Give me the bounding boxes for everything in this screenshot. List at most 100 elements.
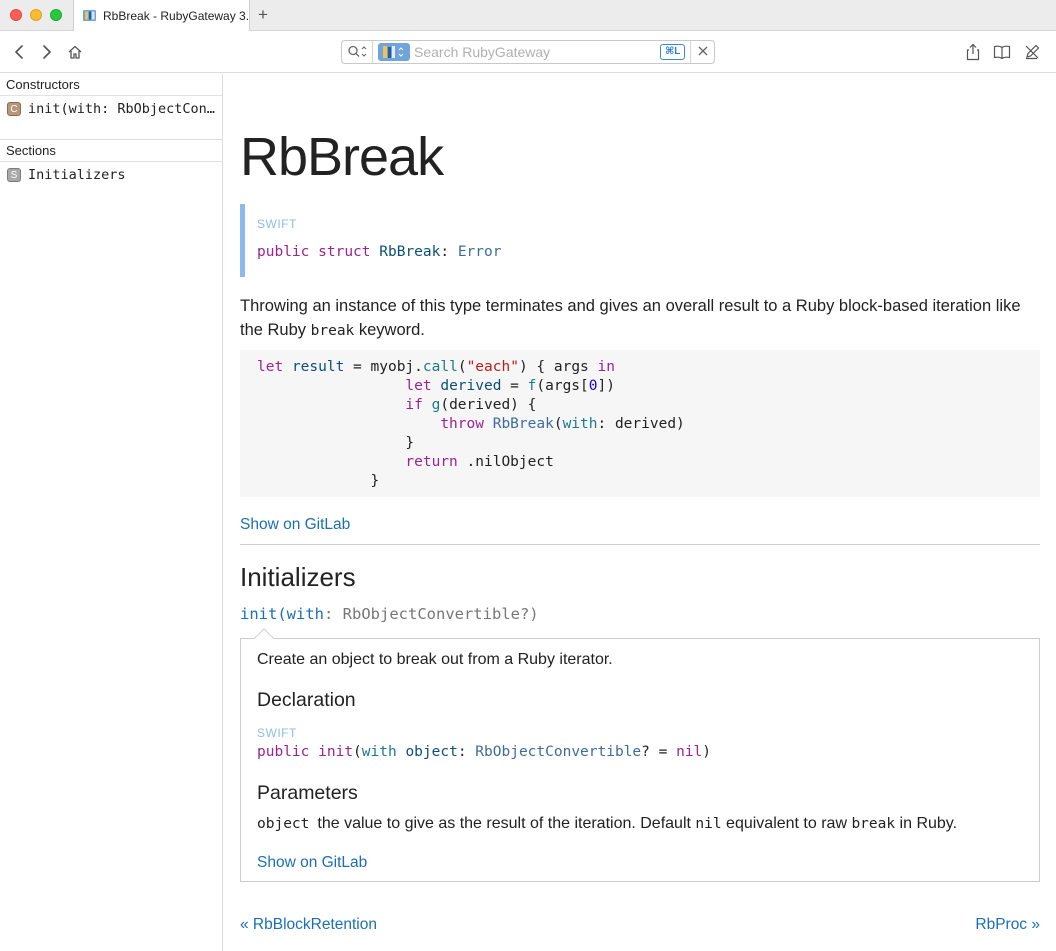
type-declaration: SWIFT public struct RbBreak: Error [240, 204, 1040, 277]
code-token: } [257, 473, 380, 489]
code-line: } [257, 472, 1023, 491]
language-label: SWIFT [257, 217, 297, 231]
code-token: ) { args [518, 359, 598, 375]
parameters-heading: Parameters [257, 782, 358, 804]
code-example: let result = myobj.call("each") { args i… [240, 350, 1040, 497]
docset-icon[interactable] [378, 43, 410, 61]
tab-rbbreak[interactable]: RbBreak - RubyGateway 3.3 [73, 0, 250, 31]
show-on-gitlab-link[interactable]: Show on GitLab [240, 516, 350, 534]
code-line: } [257, 434, 1023, 453]
home-icon[interactable] [65, 42, 85, 62]
code-token: with [562, 416, 598, 432]
code-line: throw RbBreak(with: derived) [257, 415, 1023, 434]
description-text: keyword. [354, 321, 425, 339]
search-separator [690, 41, 691, 63]
code-token: (args[ [536, 378, 589, 394]
zoom-window-button[interactable] [50, 9, 62, 21]
code-token: result [291, 359, 345, 375]
param-name: object [257, 816, 310, 832]
code-token: (derived) { [440, 397, 537, 413]
keyword: public [257, 744, 310, 760]
search-bar[interactable]: ⌘L [341, 40, 715, 64]
next-page-link[interactable]: RbProc » [975, 916, 1040, 934]
initializer-detail-card: Create an object to break out from a Rub… [240, 628, 1040, 882]
initializer-description: Create an object to break out from a Rub… [257, 651, 613, 668]
code-token: if [405, 397, 423, 413]
bookmarks-icon[interactable] [992, 42, 1012, 62]
sidebar-header-constructors: Constructors [0, 74, 222, 96]
sidebar-item-initializers[interactable]: S Initializers [7, 165, 220, 185]
constructor-badge-icon: C [7, 102, 21, 116]
paren: ) [702, 744, 712, 760]
code-token: = [501, 378, 528, 394]
colon: : [457, 744, 476, 760]
tab-title: RbBreak - RubyGateway 3.3 [103, 8, 250, 23]
code-token: .nilObject [457, 454, 554, 470]
code-token: derived [440, 378, 502, 394]
code-token: ( [457, 359, 467, 375]
main-content: RbBreak SWIFT public struct RbBreak: Err… [224, 74, 1056, 951]
code-line: let derived = f(args[0]) [257, 377, 1023, 396]
param-description: in Ruby. [895, 815, 958, 832]
minimize-window-button[interactable] [30, 9, 42, 21]
code-token: ( [553, 416, 563, 432]
close-window-button[interactable] [10, 9, 22, 21]
sidebar-item-init[interactable]: C init(with: RbObjectCon… [7, 99, 220, 119]
share-icon[interactable] [963, 42, 983, 62]
code-token: let [257, 359, 284, 375]
initializers-heading: Initializers [240, 562, 356, 592]
optional-default: ? = [641, 744, 677, 760]
code-token: throw [440, 416, 484, 432]
toolbar: ⌘L [0, 31, 1056, 73]
back-icon[interactable] [10, 42, 30, 62]
initializer-signature[interactable]: init(with: RbObjectConvertible?) [240, 605, 539, 623]
search-shortcut-badge: ⌘L [660, 44, 686, 60]
clear-search-icon[interactable] [696, 44, 710, 63]
type-description: Throwing an instance of this type termin… [240, 294, 1040, 343]
code-line: if g(derived) { [257, 396, 1023, 415]
sidebar-header-sections: Sections [0, 140, 222, 162]
code-token: } [257, 435, 415, 451]
sidebar-item-label: init(with: RbObjectCon… [28, 101, 215, 117]
keyword: nil [676, 744, 703, 760]
keyword: public [257, 244, 310, 260]
code-token: call [422, 359, 458, 375]
code-token: RbBreak [492, 416, 554, 432]
show-on-gitlab-link[interactable]: Show on GitLab [257, 854, 367, 872]
sidebar-item-label: Initializers [28, 167, 126, 183]
signature-paren: ( [277, 605, 287, 623]
code-token: let [405, 378, 432, 394]
new-tab-button[interactable]: + [258, 5, 268, 25]
protocol-link[interactable]: Error [458, 244, 502, 260]
param-description: equivalent to raw [721, 815, 852, 832]
forward-icon[interactable] [36, 42, 56, 62]
search-input[interactable] [414, 42, 654, 62]
signature-rest: : RbObjectConvertible?) [324, 605, 539, 623]
type-name: RbBreak [379, 244, 441, 260]
previous-page-link[interactable]: « RbBlockRetention [240, 916, 377, 934]
code-line: return .nilObject [257, 453, 1023, 472]
search-divider [372, 41, 373, 63]
annotate-icon[interactable] [1022, 42, 1042, 62]
section-divider [240, 544, 1040, 545]
language-label: SWIFT [257, 726, 297, 740]
param-description: the value to give as the result of the i… [317, 815, 696, 832]
argument-label: with [361, 744, 397, 760]
inline-code: break [310, 323, 355, 339]
declaration-heading: Declaration [257, 689, 356, 711]
code-token: in [597, 359, 615, 375]
type-link[interactable]: RbObjectConvertible [475, 744, 641, 760]
keyword: struct [318, 244, 371, 260]
code-token: "each" [466, 359, 519, 375]
book-favicon-icon [83, 10, 96, 21]
code-token: : derived) [597, 416, 685, 432]
signature-label: with [286, 605, 324, 623]
code-token: return [405, 454, 458, 470]
search-scope-icon[interactable] [347, 44, 367, 65]
